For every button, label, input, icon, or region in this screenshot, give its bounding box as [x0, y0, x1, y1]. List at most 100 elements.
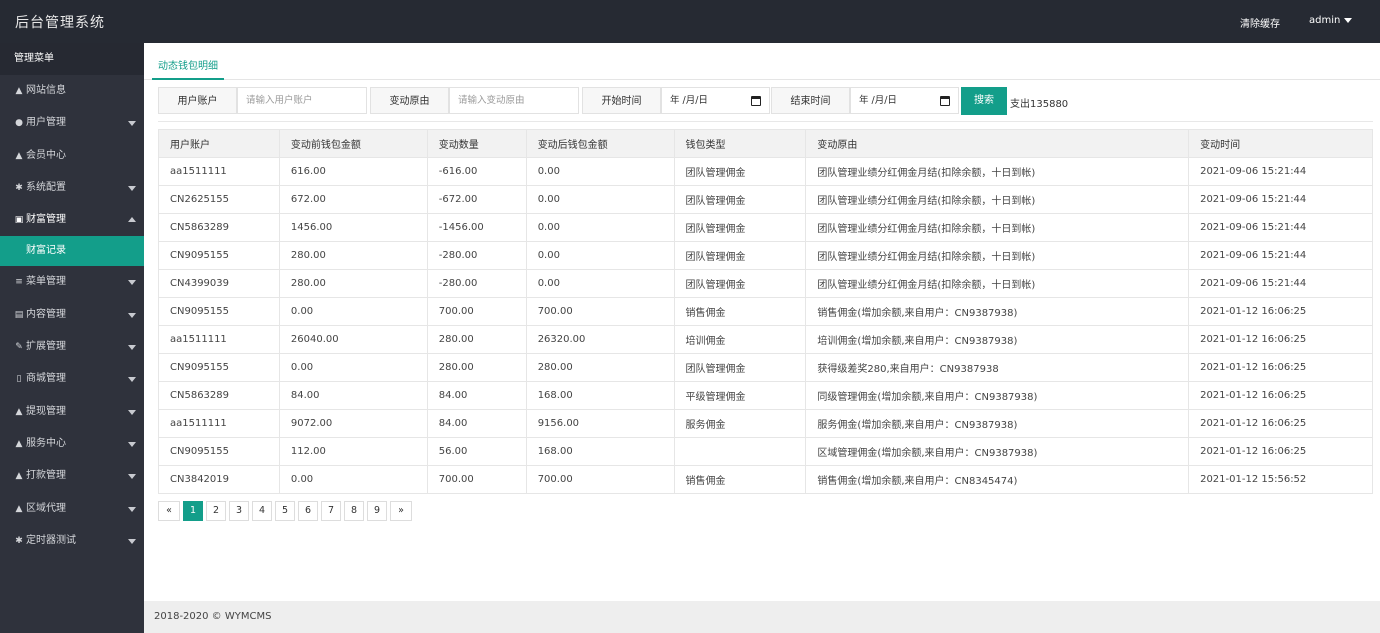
user-account-label: 用户账户 — [158, 87, 237, 114]
table-cell: 56.00 — [426, 437, 527, 466]
start-time-label: 开始时间 — [582, 87, 661, 114]
table-cell: 0.00 — [525, 269, 675, 298]
table-cell: 2021-01-12 15:56:52 — [1188, 465, 1373, 494]
table-cell: 2021-01-12 16:06:25 — [1188, 437, 1373, 466]
mobile-icon: ▯ — [16, 374, 22, 385]
table-cell: 销售佣金(增加余额,来自用户：CN9387938) — [805, 297, 1190, 326]
chevron-up-icon — [128, 217, 136, 223]
sidebar-item-label: 定时器测试 — [26, 534, 76, 546]
table-cell: CN3842019 — [158, 465, 280, 494]
table-cell: 团队管理佣金 — [673, 157, 807, 186]
page-button[interactable]: 7 — [321, 501, 341, 521]
table-cell: 销售佣金 — [673, 465, 807, 494]
sidebar-item-13[interactable]: ✱ 定时器测试 — [0, 525, 144, 557]
sidebar-item-10[interactable]: ▲ 服务中心 — [0, 428, 144, 460]
table-cell: 0.00 — [525, 241, 675, 270]
table-cell: 服务佣金 — [673, 409, 807, 438]
sidebar-item-label: 商城管理 — [26, 373, 66, 385]
sidebar-item-label: 用户管理 — [26, 117, 66, 129]
change-reason-input[interactable] — [449, 87, 579, 114]
tab-wallet-detail[interactable]: 动态钱包明细 — [152, 57, 224, 80]
table-cell: 168.00 — [525, 437, 675, 466]
table-cell: 280.00 — [426, 353, 527, 382]
table-cell: 0.00 — [525, 213, 675, 242]
table-cell: aa1511111 — [158, 157, 280, 186]
end-date-input[interactable]: 年 /月/日 — [850, 87, 959, 114]
user-menu[interactable]: admin — [1309, 15, 1353, 26]
home-icon: ▲ — [15, 438, 23, 449]
sidebar: 管理菜单 ▲ 网站信息 ● 用户管理 ▲ 会员中心 ✱ 系统配置 ▣ 财富管理 财富记录 ≡ 菜单管理 ▤… — [0, 43, 144, 633]
start-date-input[interactable]: 年 /月/日 — [661, 87, 770, 114]
table-cell: 280.00 — [525, 353, 675, 382]
sidebar-item-11[interactable]: ▲ 打款管理 — [0, 460, 144, 492]
user-account-input[interactable] — [237, 87, 367, 114]
sidebar-subitem-wealth-records[interactable]: 财富记录 — [0, 236, 144, 267]
sidebar-item-4[interactable]: ▣ 财富管理 — [0, 204, 144, 236]
home-icon: ▲ — [15, 503, 23, 514]
page-button[interactable]: 1 — [183, 501, 203, 521]
table-cell: 团队管理业绩分红佣金月结(扣除余额，十日到帐) — [805, 269, 1190, 298]
table-row: CN9095155 112.00 56.00 168.00 区域管理佣金(增加余额,来自… — [158, 437, 1373, 466]
table-cell: 销售佣金 — [673, 297, 807, 326]
table-cell: 培训佣金(增加余额,来自用户：CN9387938) — [805, 325, 1190, 354]
table-cell: 0.00 — [278, 353, 428, 382]
page-button[interactable]: 8 — [344, 501, 364, 521]
sidebar-item-3[interactable]: ✱ 系统配置 — [0, 172, 144, 204]
column-header: 变动时间 — [1188, 129, 1373, 158]
sidebar-item-label: 财富管理 — [26, 214, 66, 226]
table-cell: 团队管理业绩分红佣金月结(扣除余额，十日到帐) — [805, 213, 1190, 242]
table-cell: 84.00 — [426, 409, 527, 438]
page-button[interactable]: 6 — [298, 501, 318, 521]
sidebar-item-0[interactable]: ▲ 网站信息 — [0, 75, 144, 107]
table-cell: 84.00 — [278, 381, 428, 410]
table-cell: 1456.00 — [278, 213, 428, 242]
table-cell: CN4399039 — [158, 269, 280, 298]
next-page-button[interactable]: » — [390, 501, 412, 521]
search-button[interactable]: 搜索 — [961, 87, 1007, 115]
cogs-icon: ✱ — [15, 182, 23, 193]
table-cell: 280.00 — [426, 325, 527, 354]
page-button[interactable]: 5 — [275, 501, 295, 521]
prev-page-button[interactable]: « — [158, 501, 180, 521]
page-button[interactable]: 2 — [206, 501, 226, 521]
home-icon: ▲ — [15, 471, 23, 482]
table-cell: CN5863289 — [158, 213, 280, 242]
sidebar-item-8[interactable]: ▯ 商城管理 — [0, 363, 144, 395]
chevron-down-icon — [128, 506, 136, 512]
table-cell: 2021-01-12 16:06:25 — [1188, 297, 1373, 326]
table-cell: 团队管理业绩分红佣金月结(扣除余额，十日到帐) — [805, 185, 1190, 214]
table-cell: -280.00 — [426, 241, 527, 270]
sidebar-item-7[interactable]: ✎ 扩展管理 — [0, 331, 144, 363]
page-button[interactable]: 9 — [367, 501, 387, 521]
sidebar-item-5[interactable]: ≡ 菜单管理 — [0, 266, 144, 298]
table-cell: 2021-01-12 16:06:25 — [1188, 381, 1373, 410]
home-icon: ▲ — [15, 406, 23, 417]
table-cell — [673, 437, 807, 466]
sidebar-item-9[interactable]: ▲ 提现管理 — [0, 396, 144, 428]
sidebar-item-2[interactable]: ▲ 会员中心 — [0, 140, 144, 172]
sidebar-item-label: 打款管理 — [26, 470, 66, 482]
sidebar-item-label: 提现管理 — [26, 405, 66, 417]
table-cell: CN9095155 — [158, 353, 280, 382]
table-row: CN9095155 0.00 280.00 280.00 团队管理佣金 获得级差奖280,… — [158, 353, 1373, 382]
sidebar-item-6[interactable]: ▤ 内容管理 — [0, 299, 144, 331]
table-cell: 培训佣金 — [673, 325, 807, 354]
table-row: CN2625155 672.00 -672.00 0.00 团队管理佣金 团队管理业绩分红… — [158, 185, 1373, 214]
sidebar-item-label: 内容管理 — [26, 308, 66, 320]
sidebar-item-1[interactable]: ● 用户管理 — [0, 107, 144, 139]
page-button[interactable]: 4 — [252, 501, 272, 521]
table-cell: 获得级差奖280,来自用户：CN9387938 — [805, 353, 1190, 382]
column-header: 变动数量 — [426, 129, 527, 158]
table-cell: 2021-01-12 16:06:25 — [1188, 325, 1373, 354]
table-cell: 280.00 — [278, 269, 428, 298]
calendar-icon[interactable] — [940, 96, 950, 106]
table-header-row: 用户账户 变动前钱包金额 变动数量 变动后钱包金额 钱包类型 变动原由 变动时间 — [158, 129, 1373, 158]
clear-cache-button[interactable]: 清除缓存 — [1240, 15, 1280, 30]
table-cell: 团队管理佣金 — [673, 353, 807, 382]
user-name: admin — [1309, 15, 1341, 26]
page-button[interactable]: 3 — [229, 501, 249, 521]
table-cell: 2021-09-06 15:21:44 — [1188, 157, 1373, 186]
sidebar-item-12[interactable]: ▲ 区域代理 — [0, 493, 144, 525]
table-cell: 672.00 — [278, 185, 428, 214]
calendar-icon[interactable] — [751, 96, 761, 106]
